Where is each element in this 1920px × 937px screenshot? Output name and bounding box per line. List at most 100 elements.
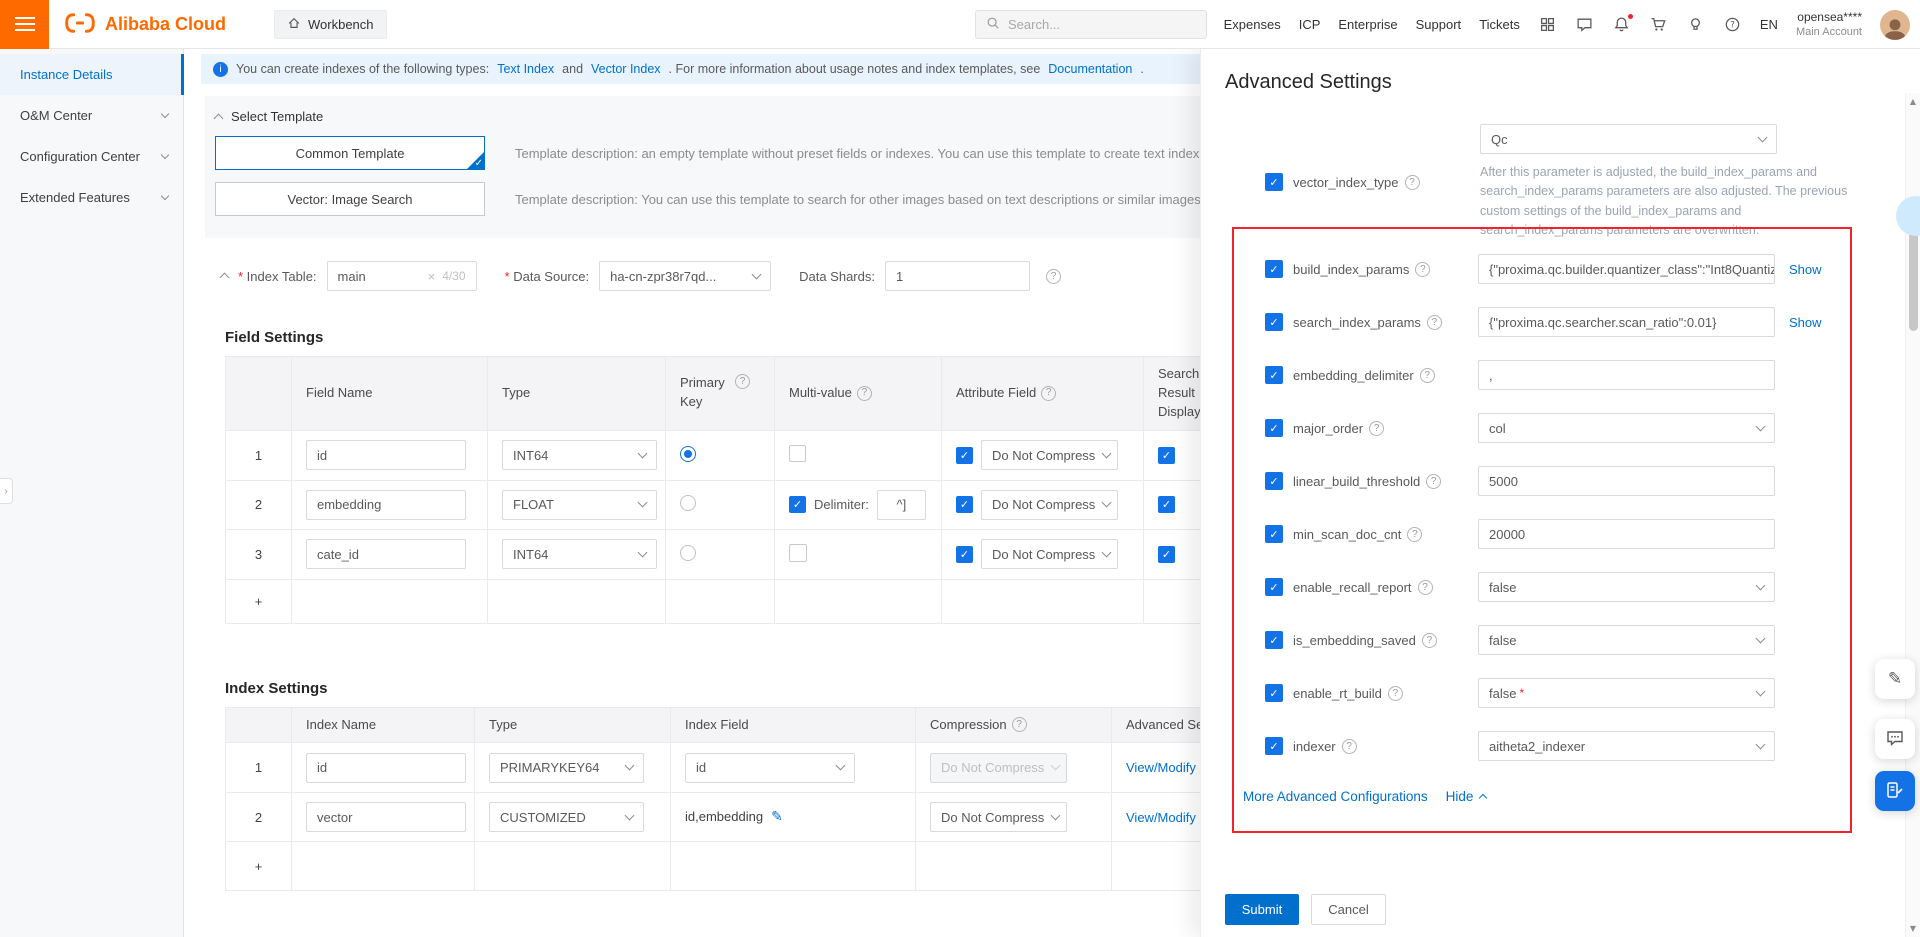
more-advanced-configurations-link[interactable]: More Advanced Configurations [1243,789,1428,804]
multi-value-checkbox[interactable] [789,496,806,513]
field-name-input[interactable]: embedding [306,490,466,520]
enable-recall-report-select[interactable]: false [1478,572,1775,602]
scroll-up-arrow[interactable]: ▲ [1906,97,1920,106]
index-name-input[interactable]: vector [306,802,466,832]
view-modify-link[interactable]: View/Modify [1126,810,1196,825]
support-chat-button[interactable] [1875,719,1915,759]
edit-pencil-icon[interactable]: ✎ [771,809,783,825]
indexer-select[interactable]: aitheta2_indexer [1478,731,1775,761]
vector-index-link[interactable]: Vector Index [591,62,661,76]
field-type-select[interactable]: INT64 [502,440,657,470]
attribute-field-checkbox[interactable] [956,546,973,563]
help-icon[interactable] [1427,315,1442,330]
apps-grid-icon[interactable] [1538,15,1557,34]
field-type-select[interactable]: FLOAT [502,490,657,520]
help-icon[interactable] [1407,527,1422,542]
notifications-bell-icon[interactable] [1612,15,1631,34]
help-icon[interactable] [1041,386,1056,401]
scrollbar-thumb[interactable] [1909,221,1918,331]
clear-icon[interactable]: × [428,269,436,284]
language-switch[interactable]: EN [1760,17,1778,32]
compress-select[interactable]: Do Not Compress [981,440,1118,470]
global-search[interactable] [975,10,1207,39]
submit-button[interactable]: Submit [1225,894,1299,925]
primary-key-radio[interactable] [680,495,696,511]
vector-index-type-checkbox[interactable] [1265,173,1283,191]
index-type-select[interactable]: PRIMARYKEY64 [489,753,644,783]
help-icon[interactable] [1369,421,1384,436]
help-icon[interactable] [1405,175,1420,190]
sidebar-item-extended-features[interactable]: Extended Features [0,177,183,218]
add-index-button[interactable]: + [226,842,292,891]
compress-select[interactable]: Do Not Compress [981,539,1118,569]
nav-icp[interactable]: ICP [1299,17,1321,32]
primary-key-radio[interactable] [680,545,696,561]
cancel-button[interactable]: Cancel [1311,894,1386,925]
compress-select[interactable]: Do Not Compress [981,490,1118,520]
help-circle-icon[interactable]: ? [1723,15,1742,34]
row-checkbox[interactable] [1265,419,1283,437]
field-name-input[interactable]: cate_id [306,539,466,569]
sidebar-item-instance-details[interactable]: Instance Details [0,54,183,95]
search-result-display-checkbox[interactable] [1158,496,1175,513]
row-checkbox[interactable] [1265,737,1283,755]
nav-support[interactable]: Support [1416,17,1462,32]
field-type-select[interactable]: INT64 [502,539,657,569]
help-icon[interactable] [1418,580,1433,595]
sidebar-item-configuration-center[interactable]: Configuration Center [0,136,183,177]
linear-build-threshold-input[interactable]: 5000 [1478,466,1775,496]
row-checkbox[interactable] [1265,313,1283,331]
survey-button[interactable] [1875,771,1915,811]
documentation-link[interactable]: Documentation [1048,62,1132,76]
delimiter-input[interactable]: ^] [877,490,926,520]
search-result-display-checkbox[interactable] [1158,546,1175,563]
index-name-input[interactable]: id [306,753,466,783]
workbench-tab[interactable]: Workbench [274,10,387,39]
vector-index-type-select[interactable]: Qc [1480,124,1777,154]
build-index-params-input[interactable]: {"proxima.qc.builder.quantizer_class":"I… [1478,254,1775,284]
index-type-select[interactable]: CUSTOMIZED [489,802,644,832]
multi-value-checkbox[interactable] [789,544,807,562]
row-checkbox[interactable] [1265,684,1283,702]
avatar[interactable] [1880,10,1910,40]
major-order-select[interactable]: col [1478,413,1775,443]
help-icon[interactable] [1012,717,1027,732]
feedback-edit-button[interactable]: ✎ [1875,659,1915,699]
brand-logo[interactable]: Alibaba Cloud [63,12,226,37]
row-checkbox[interactable] [1265,525,1283,543]
search-index-params-input[interactable]: {"proxima.qc.searcher.scan_ratio":0.01} [1478,307,1775,337]
attribute-field-checkbox[interactable] [956,496,973,513]
enable-rt-build-select[interactable]: false* [1478,678,1775,708]
hide-link[interactable]: Hide [1446,789,1487,804]
nav-tickets[interactable]: Tickets [1479,17,1520,32]
nav-expenses[interactable]: Expenses [1224,17,1281,32]
help-icon[interactable] [1388,686,1403,701]
common-template-button[interactable]: Common Template [215,136,485,170]
data-source-select[interactable]: ha-cn-zpr38r7qd... [599,261,771,291]
nav-enterprise[interactable]: Enterprise [1338,17,1397,32]
view-modify-link[interactable]: View/Modify [1126,760,1196,775]
help-icon[interactable] [735,374,750,389]
sidebar-item-om-center[interactable]: O&M Center [0,95,183,136]
data-shards-input[interactable]: 1 [885,261,1030,291]
bulb-icon[interactable] [1686,15,1705,34]
account-info[interactable]: opensea**** Main Account [1796,9,1862,40]
row-checkbox[interactable] [1265,366,1283,384]
row-checkbox[interactable] [1265,578,1283,596]
help-icon[interactable] [857,386,872,401]
index-field-select[interactable]: id [685,753,855,783]
embedding-delimiter-input[interactable]: , [1478,360,1775,390]
is-embedding-saved-select[interactable]: false [1478,625,1775,655]
help-icon[interactable] [1415,262,1430,277]
row-checkbox[interactable] [1265,631,1283,649]
search-result-display-checkbox[interactable] [1158,447,1175,464]
help-icon[interactable] [1420,368,1435,383]
help-icon[interactable] [1426,474,1441,489]
field-name-input[interactable]: id [306,440,466,470]
cart-icon[interactable] [1649,15,1668,34]
help-icon[interactable] [1046,269,1061,284]
show-link[interactable]: Show [1789,262,1822,277]
row-checkbox[interactable] [1265,472,1283,490]
min-scan-doc-cnt-input[interactable]: 20000 [1478,519,1775,549]
compression-select[interactable]: Do Not Compress [930,802,1067,832]
